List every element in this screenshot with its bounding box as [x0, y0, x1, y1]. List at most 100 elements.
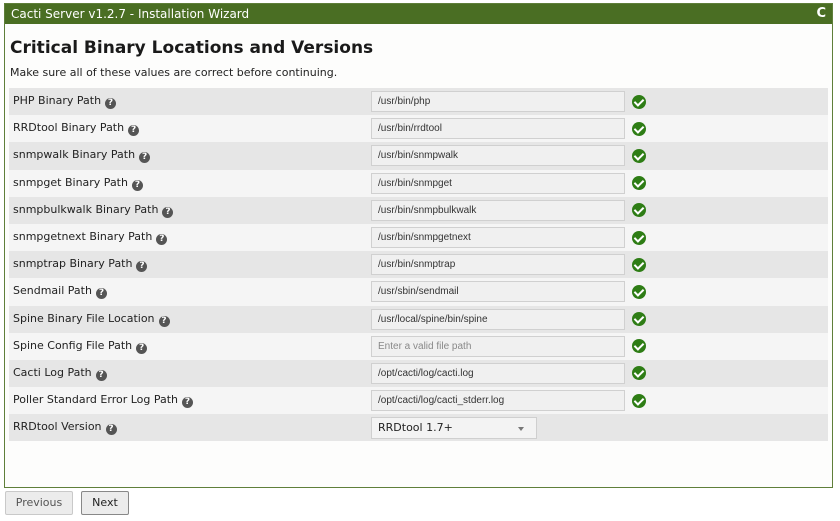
next-button[interactable]: Next — [81, 491, 129, 515]
rrdtool-version-select[interactable]: RRDtool 1.7+ — [371, 416, 537, 439]
binary-locations-table: PHP Binary Path?RRDtool Binary Path?snmp… — [9, 88, 828, 442]
installation-wizard-dialog: Cacti Server v1.2.7 - Installation Wizar… — [4, 3, 833, 488]
path-input[interactable] — [371, 91, 625, 113]
path-input[interactable] — [371, 281, 625, 303]
question-circle-icon[interactable]: ? — [105, 424, 117, 436]
rrdtool-version-row: RRDtool Version? RRDtool 1.7+ — [9, 414, 828, 442]
title-bar: Cacti Server v1.2.7 - Installation Wizar… — [5, 4, 832, 24]
field-label-cell: Spine Binary File Location? — [9, 306, 371, 333]
question-circle-icon[interactable]: ? — [128, 125, 140, 137]
field-label: snmpgetnext Binary Path — [13, 230, 153, 244]
status-cell — [629, 170, 828, 197]
field-label-cell: Sendmail Path? — [9, 278, 371, 305]
status-cell — [629, 333, 828, 360]
path-input[interactable] — [371, 145, 625, 167]
check-circle-icon — [632, 148, 646, 163]
path-input[interactable] — [371, 362, 625, 384]
check-circle-icon — [632, 284, 646, 299]
field-input-cell — [371, 251, 629, 278]
check-circle-icon — [632, 257, 646, 272]
path-input[interactable] — [371, 308, 625, 330]
field-input-cell — [371, 306, 629, 333]
field-label-cell: snmpgetnext Binary Path? — [9, 224, 371, 251]
field-input-cell — [371, 115, 629, 142]
check-circle-icon — [632, 339, 646, 354]
select-value: RRDtool 1.7+ — [378, 420, 453, 434]
status-cell — [629, 360, 828, 387]
field-label: PHP Binary Path — [13, 94, 102, 108]
status-cell — [629, 306, 828, 333]
field-label-cell: Cacti Log Path? — [9, 360, 371, 387]
path-input[interactable] — [371, 227, 625, 249]
field-input-cell — [371, 333, 629, 360]
status-cell — [629, 251, 828, 278]
field-input-cell — [371, 387, 629, 414]
wizard-footer: Previous Next — [0, 488, 840, 521]
check-circle-icon — [632, 230, 646, 245]
check-circle-icon — [632, 203, 646, 218]
path-input[interactable] — [371, 199, 625, 221]
field-input-cell — [371, 88, 629, 115]
question-circle-icon[interactable]: ? — [95, 369, 107, 381]
status-cell — [629, 414, 828, 441]
question-circle-icon[interactable]: ? — [162, 206, 174, 218]
field-label: snmpbulkwalk Binary Path — [13, 202, 159, 216]
field-label-cell: RRDtool Version? — [9, 414, 371, 441]
check-circle-icon — [632, 94, 646, 109]
field-label: Cacti Log Path — [13, 365, 92, 379]
field-input-cell — [371, 142, 629, 169]
check-circle-icon — [632, 121, 646, 136]
question-circle-icon[interactable]: ? — [156, 234, 168, 246]
status-cell — [629, 224, 828, 251]
question-circle-icon[interactable]: ? — [136, 261, 148, 273]
field-label: Spine Binary File Location — [13, 311, 155, 325]
check-circle-icon — [632, 366, 646, 381]
field-row: Sendmail Path? — [9, 278, 828, 306]
check-circle-icon — [632, 393, 646, 408]
status-cell — [629, 88, 828, 115]
path-input[interactable] — [371, 118, 625, 140]
status-cell — [629, 387, 828, 414]
chevron-down-icon — [518, 426, 524, 431]
window-title: Cacti Server v1.2.7 - Installation Wizar… — [11, 7, 250, 21]
field-input-cell — [371, 224, 629, 251]
field-label-cell: RRDtool Binary Path? — [9, 115, 371, 142]
field-row: RRDtool Binary Path? — [9, 115, 828, 143]
field-row: snmpget Binary Path? — [9, 169, 828, 197]
field-label: snmpget Binary Path — [13, 175, 128, 189]
field-label-cell: PHP Binary Path? — [9, 88, 371, 115]
page-title: Critical Binary Locations and Versions — [10, 38, 374, 58]
field-row: PHP Binary Path? — [9, 88, 828, 116]
field-input-cell — [371, 360, 629, 387]
path-input[interactable] — [371, 172, 625, 194]
field-row: snmpbulkwalk Binary Path? — [9, 196, 828, 224]
field-row: Poller Standard Error Log Path? — [9, 387, 828, 415]
page-subtitle: Make sure all of these values are correc… — [10, 66, 338, 79]
refresh-icon[interactable]: C — [816, 4, 826, 24]
check-circle-icon — [632, 176, 646, 191]
field-label-cell: snmpbulkwalk Binary Path? — [9, 197, 371, 224]
field-label: snmpwalk Binary Path — [13, 148, 136, 162]
question-circle-icon[interactable]: ? — [95, 288, 107, 300]
field-label-cell: snmptrap Binary Path? — [9, 251, 371, 278]
question-circle-icon[interactable]: ? — [182, 397, 194, 409]
field-row: snmptrap Binary Path? — [9, 251, 828, 279]
previous-button[interactable]: Previous — [5, 491, 73, 515]
field-label-cell: snmpget Binary Path? — [9, 170, 371, 197]
path-input[interactable] — [371, 254, 625, 276]
field-select-cell: RRDtool 1.7+ — [371, 414, 629, 441]
question-circle-icon[interactable]: ? — [105, 98, 117, 110]
field-input-cell — [371, 278, 629, 305]
path-input[interactable] — [371, 335, 625, 357]
question-circle-icon[interactable]: ? — [131, 179, 143, 191]
field-row: snmpwalk Binary Path? — [9, 142, 828, 170]
question-circle-icon[interactable]: ? — [139, 152, 151, 164]
field-label: RRDtool Version — [13, 420, 102, 434]
check-circle-icon — [632, 312, 646, 327]
question-circle-icon[interactable]: ? — [136, 342, 148, 354]
field-label: Spine Config File Path — [13, 338, 133, 352]
path-input[interactable] — [371, 390, 625, 412]
field-label: Poller Standard Error Log Path — [13, 393, 179, 407]
question-circle-icon[interactable]: ? — [158, 315, 170, 327]
field-label: RRDtool Binary Path — [13, 121, 125, 135]
